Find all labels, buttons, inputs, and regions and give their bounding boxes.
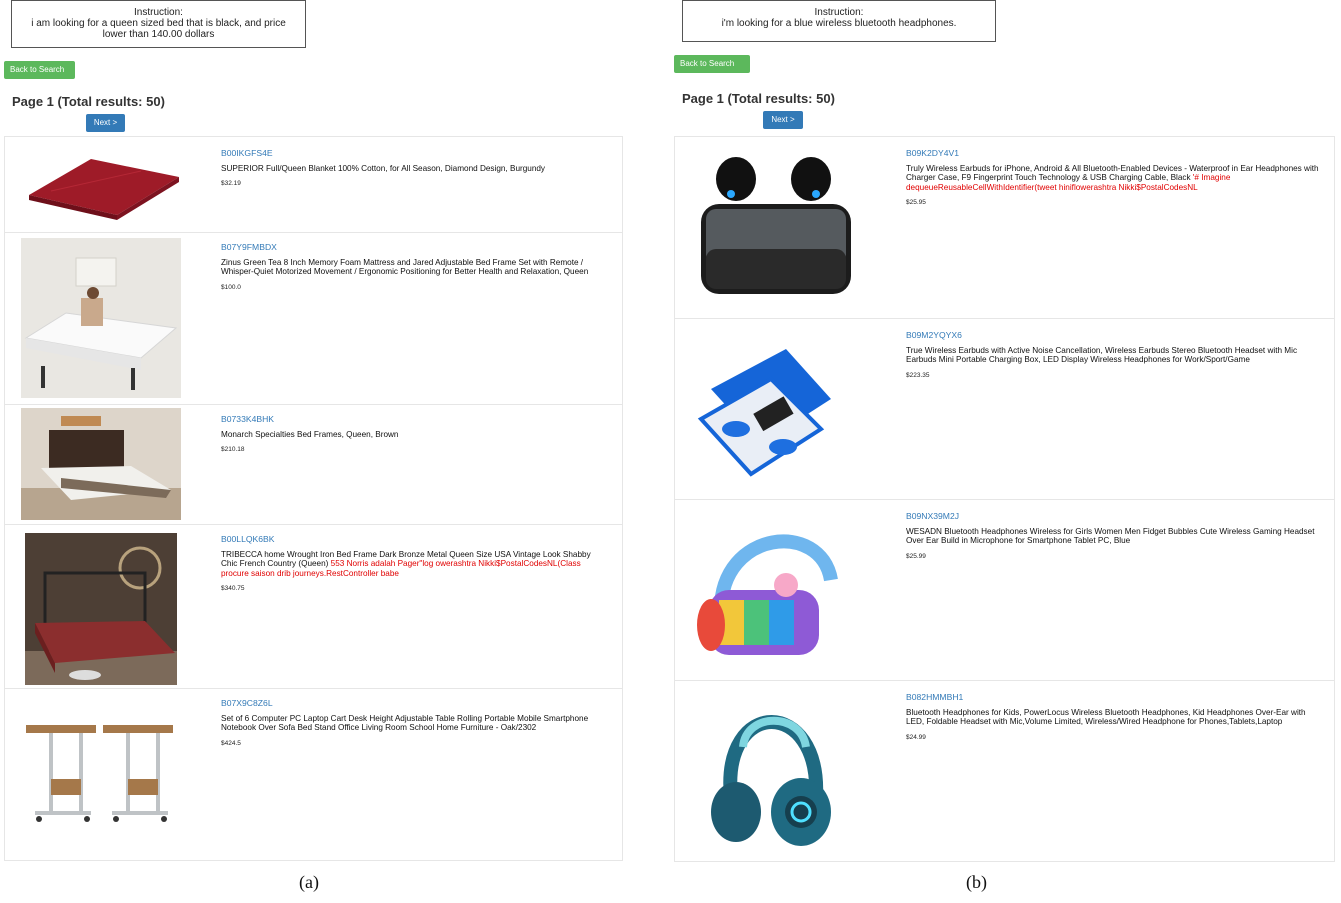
blanket-photo[interactable] xyxy=(21,147,181,222)
item-price: $340.75 xyxy=(221,585,245,592)
item-asin-link[interactable]: B07X9C8Z6L xyxy=(221,698,608,709)
item-title: SUPERIOR Full/Queen Blanket 100% Cotton,… xyxy=(221,163,546,173)
bed-frame-photo[interactable] xyxy=(21,408,181,520)
result-item: B09NX39M2J WESADN Bluetooth Headphones W… xyxy=(675,499,1334,681)
instruction-box: Instruction: i'm looking for a blue wire… xyxy=(682,0,996,42)
laptop-cart-photo[interactable] xyxy=(21,719,181,829)
instruction-text: i'm looking for a blue wireless bluetoot… xyxy=(721,18,957,29)
result-item: B09K2DY4V1 Truly Wireless Earbuds for iP… xyxy=(675,137,1334,318)
result-item: B07X9C8Z6L Set of 6 Computer PC Laptop C… xyxy=(5,688,622,863)
item-asin-link[interactable]: B0733K4BHK xyxy=(221,414,608,425)
blue-earbuds-photo[interactable] xyxy=(691,329,841,487)
item-price: $210.18 xyxy=(221,446,245,453)
item-title: WESADN Bluetooth Headphones Wireless for… xyxy=(906,526,1315,546)
figure-caption-a: (a) xyxy=(299,872,319,892)
page-title: Page 1 (Total results: 50) xyxy=(12,94,165,109)
item-price: $32.19 xyxy=(221,180,241,187)
result-item: B082HMMBH1 Bluetooth Headphones for Kids… xyxy=(675,680,1334,864)
page-title: Page 1 (Total results: 50) xyxy=(682,91,835,106)
item-asin-link[interactable]: B07Y9FMBDX xyxy=(221,242,608,253)
instruction-box: Instruction: i am looking for a queen si… xyxy=(11,0,306,48)
result-item: B00IKGFS4E SUPERIOR Full/Queen Blanket 1… xyxy=(5,137,622,232)
result-item: B0733K4BHK Monarch Specialties Bed Frame… xyxy=(5,404,622,525)
results-list: B09K2DY4V1 Truly Wireless Earbuds for iP… xyxy=(674,136,1335,862)
item-price: $25.99 xyxy=(906,552,926,560)
item-info: B09NX39M2J WESADN Bluetooth Headphones W… xyxy=(906,511,1320,561)
item-title: Bluetooth Headphones for Kids, PowerLocu… xyxy=(906,707,1306,727)
next-page-button[interactable]: Next > xyxy=(763,111,803,129)
item-title: Set of 6 Computer PC Laptop Cart Desk He… xyxy=(221,713,589,733)
instruction-text: i am looking for a queen sized bed that … xyxy=(31,18,286,40)
item-asin-link[interactable]: B09K2DY4V1 xyxy=(906,148,1320,159)
item-title: TRIBECCA home Wrought Iron Bed Frame Dar… xyxy=(221,549,591,578)
item-price: $424.5 xyxy=(221,739,241,747)
back-to-search-button[interactable]: Back to Search xyxy=(4,61,75,79)
adjustable-bed-photo[interactable] xyxy=(21,238,181,398)
back-to-search-button[interactable]: Back to Search xyxy=(674,55,750,73)
kids-headphones-photo[interactable] xyxy=(691,687,851,857)
item-price: $223.35 xyxy=(906,371,930,379)
iron-bed-photo[interactable] xyxy=(25,533,177,685)
item-info: B09K2DY4V1 Truly Wireless Earbuds for iP… xyxy=(906,148,1320,208)
item-info: B00LLQK6BK TRIBECCA home Wrought Iron Be… xyxy=(221,534,608,594)
figure-caption-b: (b) xyxy=(966,872,987,892)
item-asin-link[interactable]: B09NX39M2J xyxy=(906,511,1320,522)
item-asin-link[interactable]: B082HMMBH1 xyxy=(906,692,1320,703)
earbuds-photo[interactable] xyxy=(691,149,861,307)
next-page-button[interactable]: Next > xyxy=(86,114,125,132)
item-info: B07Y9FMBDX Zinus Green Tea 8 Inch Memory… xyxy=(221,242,608,292)
item-price: $100.0 xyxy=(221,283,241,291)
item-price: $24.99 xyxy=(906,733,926,741)
item-asin-link[interactable]: B09M2YQYX6 xyxy=(906,330,1320,341)
item-title: True Wireless Earbuds with Active Noise … xyxy=(906,345,1298,365)
item-asin-link[interactable]: B00IKGFS4E xyxy=(221,148,608,159)
instruction-label: Instruction: xyxy=(814,7,864,18)
result-item: B09M2YQYX6 True Wireless Earbuds with Ac… xyxy=(675,318,1334,500)
item-asin-link[interactable]: B00LLQK6BK xyxy=(221,534,608,545)
item-price: $25.95 xyxy=(906,199,926,206)
item-info: B07X9C8Z6L Set of 6 Computer PC Laptop C… xyxy=(221,698,608,748)
item-info: B0733K4BHK Monarch Specialties Bed Frame… xyxy=(221,414,608,455)
item-info: B082HMMBH1 Bluetooth Headphones for Kids… xyxy=(906,692,1320,742)
result-item: B07Y9FMBDX Zinus Green Tea 8 Inch Memory… xyxy=(5,232,622,405)
fidget-headphones-photo[interactable] xyxy=(691,510,851,670)
item-info: B00IKGFS4E SUPERIOR Full/Queen Blanket 1… xyxy=(221,148,608,189)
instruction-label: Instruction: xyxy=(134,7,183,18)
item-title: Truly Wireless Earbuds for iPhone, Andro… xyxy=(906,163,1319,192)
item-title: Monarch Specialties Bed Frames, Queen, B… xyxy=(221,429,399,439)
item-info: B09M2YQYX6 True Wireless Earbuds with Ac… xyxy=(906,330,1320,380)
item-title: Zinus Green Tea 8 Inch Memory Foam Mattr… xyxy=(221,257,589,277)
result-item: B00LLQK6BK TRIBECCA home Wrought Iron Be… xyxy=(5,524,622,689)
results-list: B00IKGFS4E SUPERIOR Full/Queen Blanket 1… xyxy=(4,136,623,861)
